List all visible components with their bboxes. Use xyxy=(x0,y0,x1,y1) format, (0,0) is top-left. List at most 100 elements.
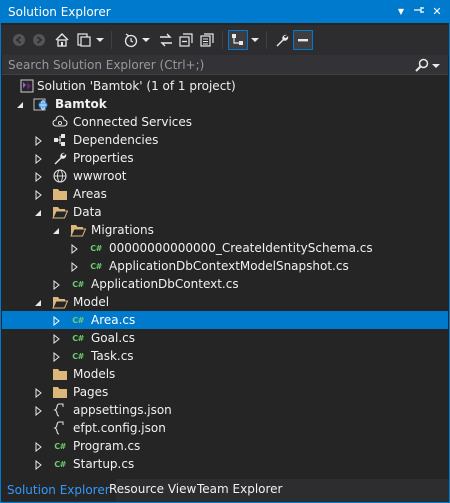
expanded-arrow-icon[interactable] xyxy=(33,207,43,217)
tree-item-connected-services[interactable]: Connected Services xyxy=(2,113,448,131)
globe-icon xyxy=(52,168,68,184)
collapsed-arrow-icon[interactable] xyxy=(33,135,43,147)
tree-item-solution[interactable]: Solution 'Bamtok' (1 of 1 project) xyxy=(2,77,448,95)
csharp-file-icon: C# xyxy=(70,276,86,292)
tree-item-label: Program.cs xyxy=(73,439,141,453)
collapsed-arrow-icon[interactable] xyxy=(33,387,43,399)
toolbar-separator xyxy=(111,31,112,49)
collapse-all-icon[interactable] xyxy=(176,30,196,50)
tree-item-label: ApplicationDbContextModelSnapshot.cs xyxy=(109,259,349,273)
search-icon[interactable] xyxy=(414,57,430,73)
home-icon[interactable] xyxy=(52,30,72,50)
tree-item-wwwroot[interactable]: wwwroot xyxy=(2,167,448,185)
sync-dropdown-icon[interactable] xyxy=(249,30,261,50)
tree-item-label: Migrations xyxy=(91,223,154,237)
switch-views-icon[interactable] xyxy=(74,30,94,50)
auto-hide-pin-icon[interactable] xyxy=(411,4,427,20)
preview-selected-items-icon[interactable] xyxy=(293,30,313,50)
tree-item-migration-file[interactable]: C# 00000000000000_CreateIdentitySchema.c… xyxy=(2,239,448,257)
tree-item-label: Bamtok xyxy=(55,97,107,111)
bottom-tab-strip: Solution Explorer Resource View Team Exp… xyxy=(1,479,449,502)
tree-item-appsettings[interactable]: appsettings.json xyxy=(2,401,448,419)
switch-views-dropdown-icon[interactable] xyxy=(94,30,106,50)
tab-resource-view[interactable]: Resource View xyxy=(103,479,202,501)
tree-item-snapshot-file[interactable]: C# ApplicationDbContextModelSnapshot.cs xyxy=(2,257,448,275)
show-all-files-icon[interactable] xyxy=(197,30,217,50)
collapsed-arrow-icon[interactable] xyxy=(51,279,61,291)
tab-team-explorer[interactable]: Team Explorer xyxy=(191,479,289,501)
csharp-file-icon: C# xyxy=(52,438,68,454)
expanded-arrow-icon[interactable] xyxy=(15,99,25,109)
tree-item-label: Connected Services xyxy=(73,115,193,129)
tree-item-areas[interactable]: Areas xyxy=(2,185,448,203)
collapsed-arrow-icon[interactable] xyxy=(33,171,43,183)
collapsed-arrow-icon[interactable] xyxy=(69,261,79,273)
solution-tree: Solution 'Bamtok' (1 of 1 project) Bamto… xyxy=(2,77,448,477)
csharp-file-icon: C# xyxy=(88,258,104,274)
collapsed-arrow-icon[interactable] xyxy=(51,351,61,363)
tree-item-program-file[interactable]: C# Program.cs xyxy=(2,437,448,455)
collapsed-arrow-icon[interactable] xyxy=(33,405,43,417)
csharp-badge: C# xyxy=(72,333,84,343)
tree-item-label: Data xyxy=(73,205,102,219)
csharp-badge: C# xyxy=(90,243,102,253)
tree-item-label: Model xyxy=(73,295,110,309)
tree-item-project[interactable]: Bamtok xyxy=(2,95,448,113)
tree-item-label: Startup.cs xyxy=(73,457,135,471)
collapsed-arrow-icon[interactable] xyxy=(51,333,61,345)
tree-item-label: Goal.cs xyxy=(91,331,135,345)
tree-item-label: Properties xyxy=(73,151,134,165)
wrench-icon xyxy=(52,150,68,166)
tree-item-goal-file[interactable]: C# Goal.cs xyxy=(2,329,448,347)
sync-icon[interactable] xyxy=(156,30,176,50)
collapsed-arrow-icon[interactable] xyxy=(33,441,43,453)
folder-icon xyxy=(52,384,68,400)
tab-solution-explorer[interactable]: Solution Explorer xyxy=(1,479,116,501)
toolbar-separator xyxy=(266,31,267,49)
tree-item-data[interactable]: Data xyxy=(2,203,448,221)
expanded-arrow-icon[interactable] xyxy=(51,225,61,235)
tree-item-label: efpt.config.json xyxy=(73,421,166,435)
tree-item-label: wwwroot xyxy=(73,169,127,183)
csharp-badge: C# xyxy=(90,261,102,271)
forward-icon[interactable] xyxy=(29,30,49,50)
window-position-dropdown-icon[interactable]: ▼ xyxy=(393,4,409,20)
open-folder-icon xyxy=(52,294,68,310)
search-options-dropdown-icon[interactable] xyxy=(432,57,444,73)
collapsed-arrow-icon[interactable] xyxy=(33,189,43,201)
csharp-badge: C# xyxy=(54,459,66,469)
solution-explorer-window: Solution Explorer ▼ ✕ Search Solution Ex… xyxy=(0,0,450,503)
search-input[interactable]: Search Solution Explorer (Ctrl+;) xyxy=(8,58,204,72)
tree-item-startup-file[interactable]: C# Startup.cs xyxy=(2,455,448,473)
tree-item-label: Models xyxy=(73,367,116,381)
collapsed-arrow-icon[interactable] xyxy=(33,153,43,165)
filter-dropdown-icon[interactable] xyxy=(140,30,152,50)
tree-item-task-file[interactable]: C# Task.cs xyxy=(2,347,448,365)
tree-item-area-file[interactable]: C# Area.cs xyxy=(2,311,448,329)
sync-with-active-document-icon[interactable] xyxy=(228,30,248,50)
tree-item-migrations[interactable]: Migrations xyxy=(2,221,448,239)
tree-item-label: appsettings.json xyxy=(73,403,172,417)
search-box[interactable]: Search Solution Explorer (Ctrl+;) xyxy=(2,55,448,75)
tree-item-model[interactable]: Model xyxy=(2,293,448,311)
tree-item-label: Areas xyxy=(73,187,107,201)
collapsed-arrow-icon[interactable] xyxy=(69,243,79,255)
cloud-service-icon xyxy=(52,114,68,130)
pending-changes-filter-icon[interactable] xyxy=(121,30,141,50)
tree-item-properties[interactable]: Properties xyxy=(2,149,448,167)
tree-item-dbcontext-file[interactable]: C# ApplicationDbContext.cs xyxy=(2,275,448,293)
dependencies-icon xyxy=(52,132,68,148)
collapsed-arrow-icon[interactable] xyxy=(33,459,43,471)
expanded-arrow-icon[interactable] xyxy=(33,297,43,307)
tree-item-dependencies[interactable]: Dependencies xyxy=(2,131,448,149)
json-file-icon xyxy=(52,420,68,436)
tree-item-label: 00000000000000_CreateIdentitySchema.cs xyxy=(109,241,373,255)
properties-wrench-icon[interactable] xyxy=(272,30,292,50)
close-icon[interactable]: ✕ xyxy=(429,4,445,20)
back-icon[interactable] xyxy=(9,30,29,50)
tree-item-pages[interactable]: Pages xyxy=(2,383,448,401)
csharp-file-icon: C# xyxy=(70,348,86,364)
tree-item-models[interactable]: Models xyxy=(2,365,448,383)
collapsed-arrow-icon[interactable] xyxy=(51,315,61,327)
tree-item-efpt-config[interactable]: efpt.config.json xyxy=(2,419,448,437)
